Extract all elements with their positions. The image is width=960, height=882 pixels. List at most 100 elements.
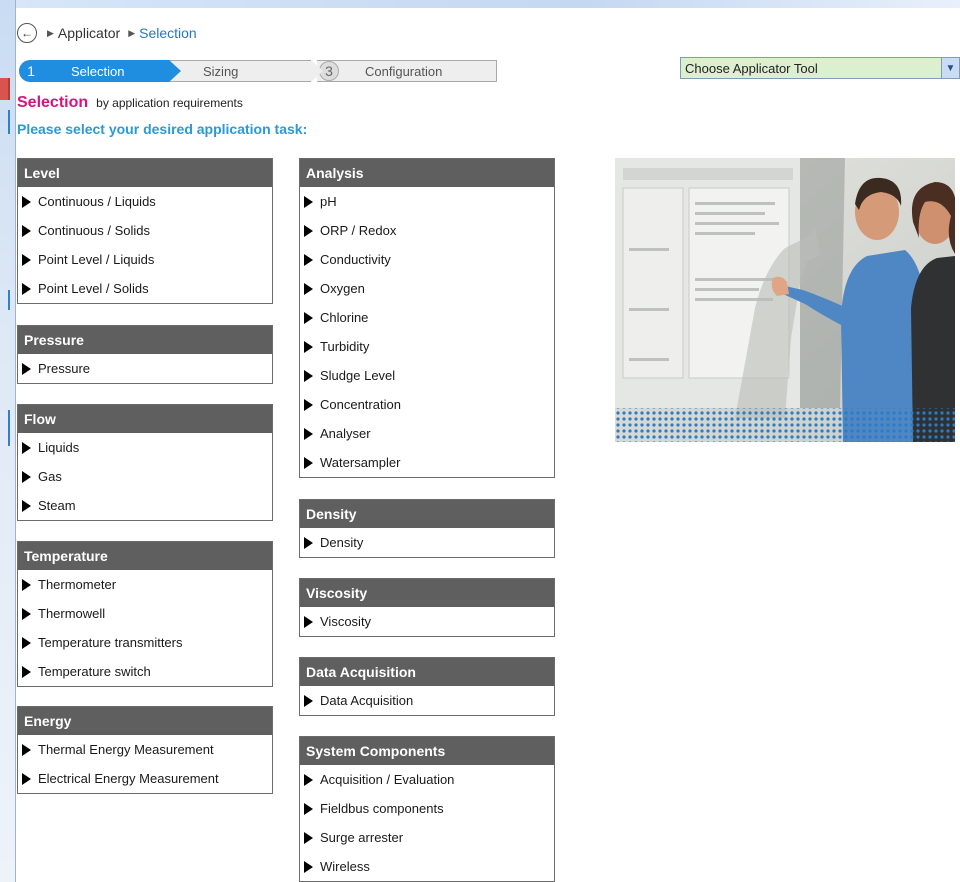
background-tab [0,290,10,310]
category-item-temperature-transmitters[interactable]: Temperature transmitters [18,628,272,657]
category-item-gas[interactable]: Gas [18,462,272,491]
category-item-fieldbus-components[interactable]: Fieldbus components [300,794,554,823]
category-header: Viscosity [300,579,554,607]
background-close-tab [0,78,10,100]
triangle-right-icon [304,802,313,815]
category-item-label: Continuous / Liquids [38,194,156,209]
category-box-level: Level Continuous / Liquids Continuous / So… [17,158,273,304]
category-item-label: Fieldbus components [320,801,444,816]
people-presentation-photo [615,158,955,442]
category-item-label: Pressure [38,361,91,376]
triangle-right-icon [22,282,31,295]
step-label: Sizing [203,63,239,79]
triangle-right-icon [304,860,313,873]
triangle-right-icon [304,773,313,786]
category-item-density[interactable]: Density [300,528,554,557]
category-item-continuous-solids[interactable]: Continuous / Solids [18,216,272,245]
category-header: Temperature [18,542,272,570]
category-item-point-level-liquids[interactable]: Point Level / Liquids [18,245,272,274]
category-item-data-acquisition[interactable]: Data Acquisition [300,686,554,715]
applicator-tool-select[interactable]: Choose Applicator Tool ▼ [680,57,960,79]
category-item-label: Thermometer [38,577,117,592]
triangle-right-icon [22,665,31,678]
category-item-label: Watersampler [320,455,401,470]
triangle-right-icon [22,441,31,454]
category-item-label: Gas [38,469,62,484]
category-item-label: Conductivity [320,252,391,267]
category-box-density: Density Density [299,499,555,558]
category-item-label: Electrical Energy Measurement [38,771,219,786]
category-item-wireless[interactable]: Wireless [300,852,554,881]
category-item-thermal-energy-measurement[interactable]: Thermal Energy Measurement [18,735,272,764]
back-arrow-icon[interactable]: ← [17,23,37,43]
category-item-sludge-level[interactable]: Sludge Level [300,361,554,390]
selection-prompt: Please select your desired application t… [17,121,308,137]
category-item-label: Density [320,535,364,550]
category-item-label: Liquids [38,440,80,455]
triangle-right-icon [22,772,31,785]
step-number: 1 [27,63,35,79]
category-item-analyser[interactable]: Analyser [300,419,554,448]
category-header: Level [18,159,272,187]
triangle-right-icon [304,311,313,324]
breadcrumb-root[interactable]: Applicator [58,25,120,41]
category-header: Energy [18,707,272,735]
category-item-point-level-solids[interactable]: Point Level / Solids [18,274,272,303]
category-item-label: Temperature transmitters [38,635,183,650]
triangle-right-icon [22,578,31,591]
category-box-temperature: Temperature Thermometer Thermowell Temperat… [17,541,273,687]
category-item-oxygen[interactable]: Oxygen [300,274,554,303]
background-tab [0,110,10,134]
triangle-right-icon [304,282,313,295]
category-item-label: Data Acquisition [320,693,414,708]
category-box-pressure: Pressure Pressure [17,325,273,384]
chevron-right-icon: ▶ [128,27,136,38]
category-item-thermometer[interactable]: Thermometer [18,570,272,599]
background-window-strip [0,0,16,882]
category-box-data-acquisition: Data Acquisition Data Acquisition [299,657,555,716]
triangle-right-icon [304,427,313,440]
category-item-label: Analyser [320,426,371,441]
triangle-right-icon [304,195,313,208]
category-item-orp-redox[interactable]: ORP / Redox [300,216,554,245]
step-configuration[interactable]: 3 Configuration [317,60,497,82]
category-item-label: pH [320,194,337,209]
tool-select-value: Choose Applicator Tool [685,60,818,76]
category-item-surge-arrester[interactable]: Surge arrester [300,823,554,852]
category-item-label: Chlorine [320,310,369,325]
selection-title: Selection [17,94,89,111]
category-item-temperature-switch[interactable]: Temperature switch [18,657,272,686]
category-item-label: Acquisition / Evaluation [320,772,455,787]
category-item-watersampler[interactable]: Watersampler [300,448,554,477]
step-selection[interactable]: 1 Selection [19,60,181,82]
triangle-right-icon [22,743,31,756]
category-box-energy: Energy Thermal Energy Measurement Electric… [17,706,273,794]
category-item-concentration[interactable]: Concentration [300,390,554,419]
category-item-liquids[interactable]: Liquids [18,433,272,462]
triangle-right-icon [304,536,313,549]
category-item-label: Steam [38,498,76,513]
category-item-thermowell[interactable]: Thermowell [18,599,272,628]
category-item-continuous-liquids[interactable]: Continuous / Liquids [18,187,272,216]
triangle-right-icon [22,253,31,266]
category-item-ph[interactable]: pH [300,187,554,216]
category-item-label: Point Level / Solids [38,281,149,296]
chevron-down-icon[interactable]: ▼ [941,58,959,78]
category-item-turbidity[interactable]: Turbidity [300,332,554,361]
category-item-pressure[interactable]: Pressure [18,354,272,383]
category-box-system-components: System Components Acquisition / Evaluatio… [299,736,555,882]
category-header: Density [300,500,554,528]
selection-heading: Selection by application requirements [17,94,243,112]
category-item-electrical-energy-measurement[interactable]: Electrical Energy Measurement [18,764,272,793]
triangle-right-icon [304,398,313,411]
category-header: Flow [18,405,272,433]
category-header: System Components [300,737,554,765]
triangle-right-icon [22,195,31,208]
category-item-steam[interactable]: Steam [18,491,272,520]
triangle-right-icon [304,615,313,628]
category-item-chlorine[interactable]: Chlorine [300,303,554,332]
category-item-conductivity[interactable]: Conductivity [300,245,554,274]
category-item-acquisition-evaluation[interactable]: Acquisition / Evaluation [300,765,554,794]
triangle-right-icon [304,694,313,707]
category-item-viscosity[interactable]: Viscosity [300,607,554,636]
